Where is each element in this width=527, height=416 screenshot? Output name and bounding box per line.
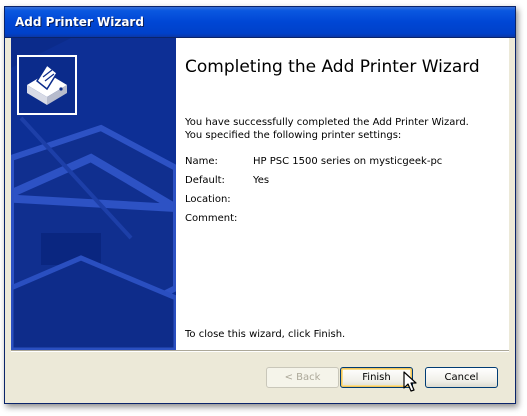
add-printer-wizard-window: Add Printer Wizard Completing the Add Pr…: [4, 6, 516, 404]
printer-wizard-icon: [17, 55, 77, 115]
setting-value: Yes: [253, 175, 270, 186]
button-divider: [11, 350, 509, 352]
page-heading: Completing the Add Printer Wizard: [185, 57, 480, 77]
setting-label: Name:: [185, 156, 218, 167]
description-line-2: You specified the following printer sett…: [185, 130, 402, 141]
back-button[interactable]: < Back: [266, 367, 339, 388]
setting-value: HP PSC 1500 series on mysticgeek-pc: [253, 156, 443, 167]
cancel-button[interactable]: Cancel: [425, 367, 498, 388]
title-bar[interactable]: Add Printer Wizard: [5, 7, 515, 38]
wizard-page: Completing the Add Printer Wizard You ha…: [176, 38, 509, 350]
mouse-pointer-icon: [403, 371, 417, 392]
wizard-banner: [11, 38, 176, 350]
wizard-content: Completing the Add Printer Wizard You ha…: [11, 38, 509, 350]
completion-description: You have successfully completed the Add …: [185, 116, 469, 142]
setting-label: Comment:: [185, 213, 238, 224]
description-line-1: You have successfully completed the Add …: [185, 117, 469, 128]
setting-label: Default:: [185, 175, 225, 186]
window-title: Add Printer Wizard: [15, 15, 144, 29]
closing-instruction: To close this wizard, click Finish.: [185, 329, 346, 340]
setting-label: Location:: [185, 194, 231, 205]
